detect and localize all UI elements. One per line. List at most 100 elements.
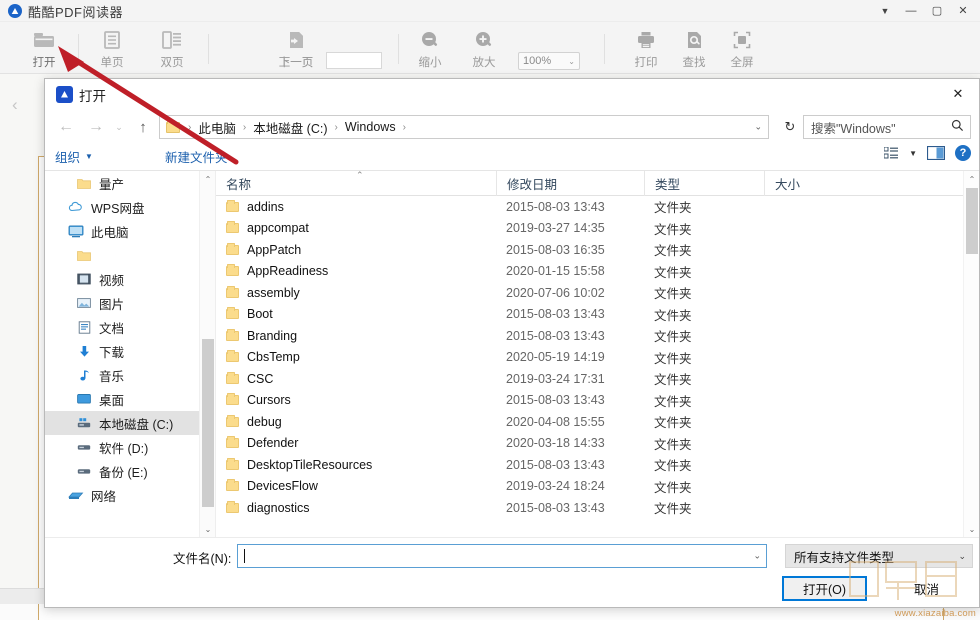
cell-date: 2020-04-08 15:55 <box>506 414 605 429</box>
toolbar-find-label: 查找 <box>682 57 706 69</box>
view-list-icon[interactable] <box>884 146 899 160</box>
table-row[interactable]: assembly 2020-07-06 10:02 文件夹 <box>216 282 963 304</box>
table-row[interactable]: DevicesFlow 2019-03-24 18:24 文件夹 <box>216 476 963 498</box>
help-button[interactable]: ? <box>955 145 971 161</box>
table-row[interactable]: debug 2020-04-08 15:55 文件夹 <box>216 411 963 433</box>
next-page-icon <box>286 27 306 53</box>
cell-type: 文件夹 <box>654 373 692 388</box>
tree-item-label: 软件 (D:) <box>99 441 149 456</box>
folder-icon <box>75 249 93 261</box>
toolbar-double-page-button[interactable]: 双页 <box>148 25 196 71</box>
file-name: CbsTemp <box>247 350 300 365</box>
chevron-down-icon[interactable]: ▼ <box>909 149 917 158</box>
toolbar-zoom-in-button[interactable]: 放大 <box>460 25 508 71</box>
tree-item-music[interactable]: 音乐 <box>45 363 199 387</box>
tree-item-pictures[interactable]: 图片 <box>45 291 199 315</box>
tree-item-unnamed-folder[interactable] <box>45 243 199 267</box>
command-bar: 组织 ▼ 新建文件夹 ▼ ? <box>45 143 979 171</box>
dialog-body: 量产 WPS网盘 此电脑 视频 图片 文档 下载 音乐 桌面 本地磁盘 (C:)… <box>45 169 979 537</box>
tree-item-downloads[interactable]: 下载 <box>45 339 199 363</box>
scroll-down-icon[interactable]: ⌄ <box>200 521 216 537</box>
scroll-down-icon[interactable]: ⌄ <box>964 521 980 537</box>
tree-item-network[interactable]: 网络 <box>45 483 199 507</box>
toolbar-open-button[interactable]: 打开 <box>20 25 68 71</box>
table-row[interactable]: diagnostics 2015-08-03 13:43 文件夹 <box>216 497 963 519</box>
tree-item-this-pc[interactable]: 此电脑 <box>45 219 199 243</box>
table-row[interactable]: addins 2015-08-03 13:43 文件夹 <box>216 196 963 218</box>
scroll-up-icon[interactable]: ⌃ <box>964 171 980 187</box>
table-row[interactable]: DesktopTileResources 2015-08-03 13:43 文件夹 <box>216 454 963 476</box>
table-row[interactable]: Defender 2020-03-18 14:33 文件夹 <box>216 433 963 455</box>
tree-item-drive-e[interactable]: 备份 (E:) <box>45 459 199 483</box>
sort-ascending-icon: ⌃ <box>356 169 364 180</box>
chevron-down-icon: ▼ <box>85 152 93 161</box>
minimize-icon[interactable]: — <box>898 1 924 21</box>
drive-icon <box>75 466 93 476</box>
toolbar-find-button[interactable]: 查找 <box>670 25 718 71</box>
table-row[interactable]: Cursors 2015-08-03 13:43 文件夹 <box>216 390 963 412</box>
dialog-close-icon[interactable]: ✕ <box>943 83 973 105</box>
back-icon[interactable]: ← <box>53 115 79 139</box>
cell-type: 文件夹 <box>654 437 692 452</box>
maximize-icon[interactable]: ▢ <box>924 1 950 21</box>
refresh-icon[interactable]: ↻ <box>779 115 801 139</box>
chevron-down-icon[interactable]: ⌄ <box>753 551 761 562</box>
zoom-level-select[interactable]: 100% ⌄ <box>518 52 580 70</box>
tree-item-wps-cloud[interactable]: WPS网盘 <box>45 195 199 219</box>
forward-icon[interactable]: → <box>83 115 109 139</box>
breadcrumb-item-this-pc[interactable]: 此电脑 <box>196 118 238 137</box>
file-name: debug <box>247 414 282 429</box>
recent-locations-icon[interactable]: ⌄ <box>111 115 127 139</box>
breadcrumb[interactable]: › 此电脑 › 本地磁盘 (C:) › Windows › ⌄ <box>159 115 769 139</box>
tree-item-desktop[interactable]: 桌面 <box>45 387 199 411</box>
navigation-tree-scrollbar[interactable]: ⌃ ⌄ <box>199 171 215 537</box>
tree-item-label: WPS网盘 <box>91 201 145 216</box>
file-list-scrollbar[interactable]: ⌃ ⌄ <box>963 171 979 537</box>
previous-page-arrow-icon[interactable]: ‹ <box>12 96 18 113</box>
tree-item-videos[interactable]: 视频 <box>45 267 199 291</box>
tree-item-documents[interactable]: 文档 <box>45 315 199 339</box>
page-number-input[interactable] <box>326 52 382 69</box>
scrollbar-thumb[interactable] <box>966 188 978 254</box>
table-row[interactable]: appcompat 2019-03-27 14:35 文件夹 <box>216 218 963 240</box>
up-one-level-icon[interactable]: ↑ <box>131 115 155 139</box>
close-icon[interactable]: ✕ <box>950 1 976 21</box>
filename-input[interactable]: ⌄ <box>237 544 767 568</box>
table-row[interactable]: CbsTemp 2020-05-19 14:19 文件夹 <box>216 347 963 369</box>
toolbar-zoom-out-button[interactable]: 缩小 <box>406 25 454 71</box>
table-row[interactable]: CSC 2019-03-24 17:31 文件夹 <box>216 368 963 390</box>
table-row[interactable]: AppReadiness 2020-01-15 15:58 文件夹 <box>216 261 963 283</box>
table-row[interactable]: AppPatch 2015-08-03 16:35 文件夹 <box>216 239 963 261</box>
cell-name: CbsTemp <box>216 350 496 364</box>
downloads-icon <box>75 345 93 358</box>
search-input[interactable]: 搜索"Windows" <box>803 115 971 139</box>
tree-item-local-disk-c[interactable]: 本地磁盘 (C:) <box>45 411 199 435</box>
toolbar-next-page-button[interactable]: 下一页 <box>270 25 322 71</box>
column-header-size[interactable]: 大小 <box>764 170 884 196</box>
table-row[interactable]: Boot 2015-08-03 13:43 文件夹 <box>216 304 963 326</box>
scrollbar-thumb[interactable] <box>202 339 214 507</box>
folder-icon <box>226 328 239 341</box>
new-folder-button[interactable]: 新建文件夹 <box>165 147 228 166</box>
preview-pane-icon[interactable] <box>927 146 945 160</box>
toolbar-single-page-button[interactable]: 单页 <box>88 25 136 71</box>
search-icon <box>951 119 964 135</box>
scroll-up-icon[interactable]: ⌃ <box>200 171 216 187</box>
column-header-type[interactable]: 类型 <box>644 170 764 196</box>
tree-item-liangchan[interactable]: 量产 <box>45 171 199 195</box>
chevron-down-icon[interactable]: ⌄ <box>754 122 762 133</box>
dropdown-caret-icon[interactable]: ▼ <box>872 1 898 21</box>
folder-icon <box>226 221 239 234</box>
toolbar-fullscreen-button[interactable]: 全屏 <box>718 25 766 71</box>
toolbar-open-label: 打开 <box>32 57 56 69</box>
folder-icon <box>226 264 239 277</box>
column-header-name[interactable]: 名称 ⌃ <box>216 169 496 196</box>
organize-button[interactable]: 组织 ▼ <box>55 147 93 166</box>
breadcrumb-item-local-disk[interactable]: 本地磁盘 (C:) <box>251 118 329 137</box>
toolbar-print-button[interactable]: 打印 <box>622 25 670 71</box>
table-row[interactable]: Branding 2015-08-03 13:43 文件夹 <box>216 325 963 347</box>
tree-item-drive-d[interactable]: 软件 (D:) <box>45 435 199 459</box>
breadcrumb-item-windows[interactable]: Windows <box>343 120 398 134</box>
tree-item-label: 桌面 <box>99 393 125 408</box>
column-header-date[interactable]: 修改日期 <box>496 170 644 196</box>
